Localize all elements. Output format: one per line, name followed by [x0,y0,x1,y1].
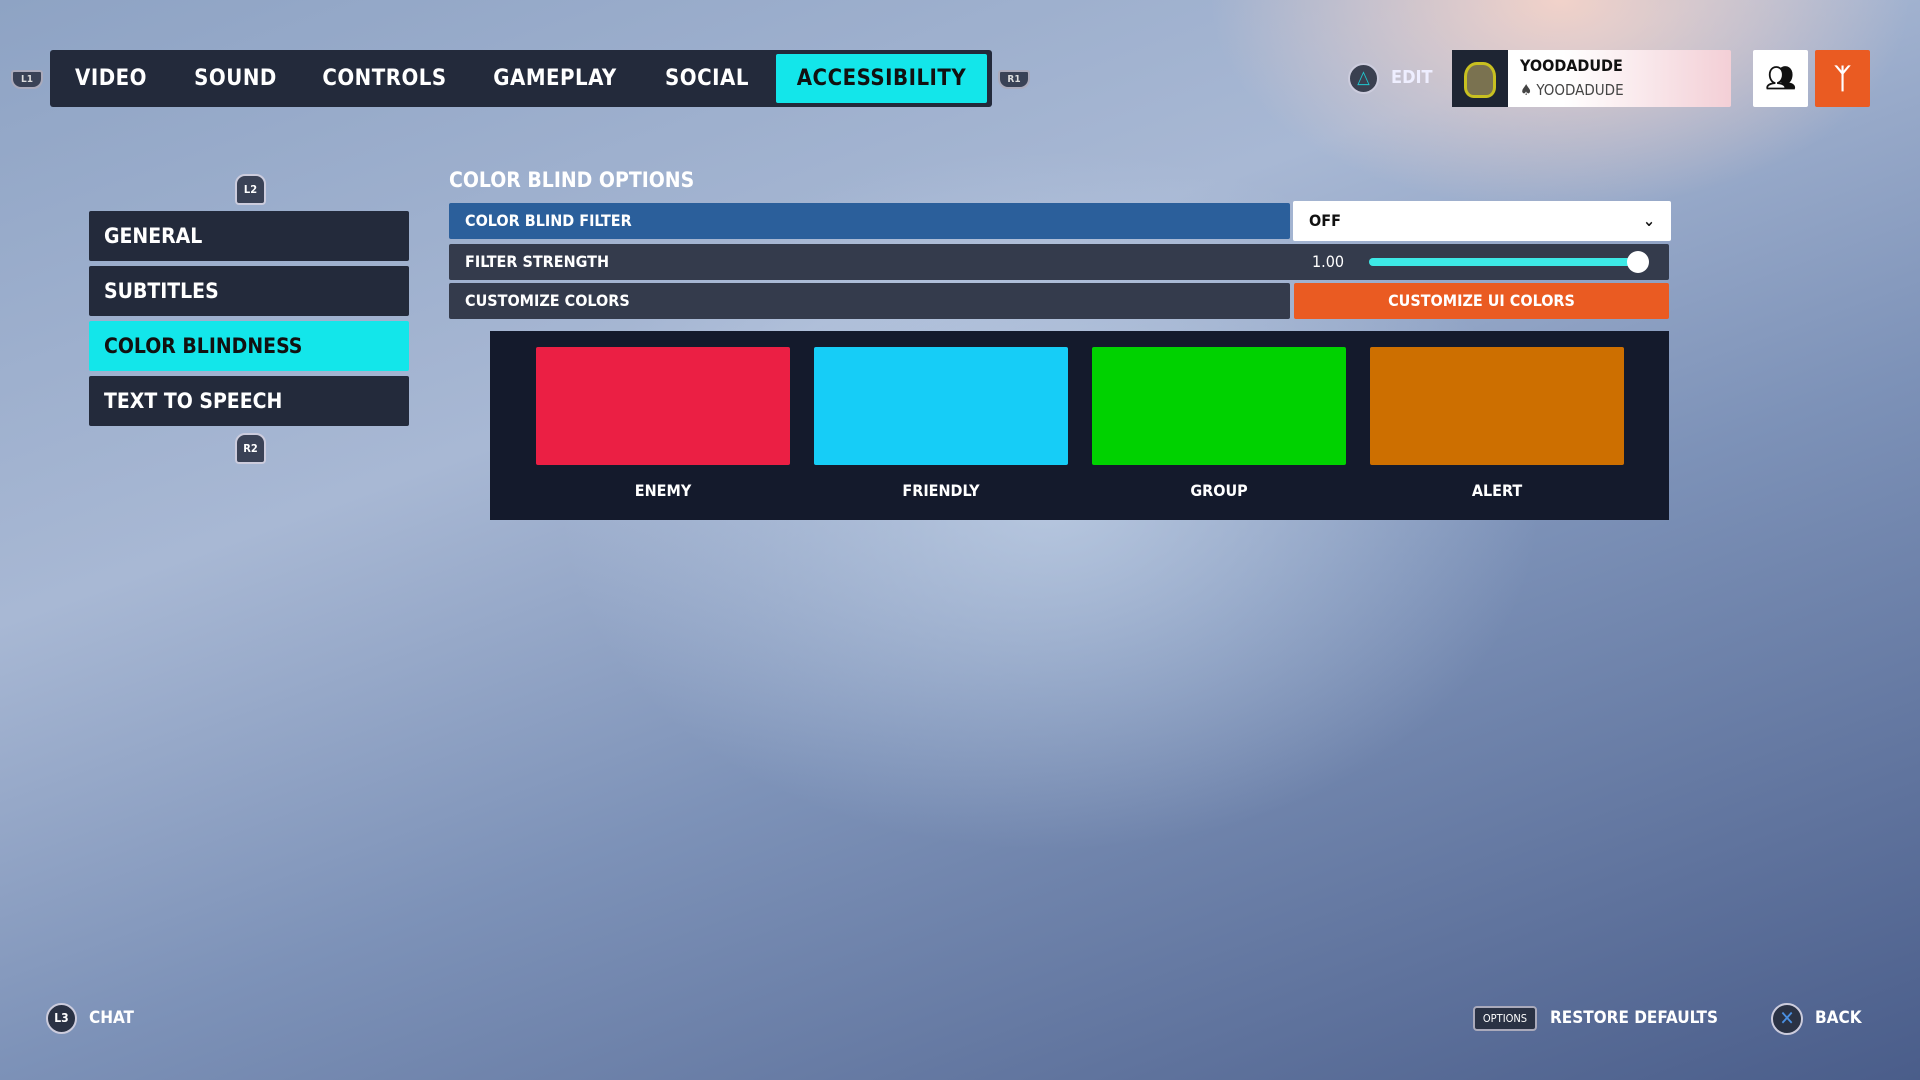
r2-trigger-icon[interactable]: R2 [235,433,266,464]
filter-strength-slider[interactable] [1369,251,1649,273]
l1-bumper-icon[interactable]: L1 [11,70,43,89]
avatar [1452,50,1508,107]
sidebar-item-subtitles[interactable]: SUBTITLES [89,266,409,316]
swatch-label-friendly: FRIENDLY [902,481,980,500]
swatch-group[interactable] [1092,347,1346,465]
swatch-friendly[interactable] [814,347,1068,465]
swatch-enemy[interactable] [536,347,790,465]
color-blind-filter-dropdown[interactable]: OFF ⌄ [1293,201,1671,241]
chat-button[interactable]: CHAT [89,1008,134,1028]
playstation-id: ♠ YOODADUDE [1520,81,1624,99]
swatch-label-alert: ALERT [1471,481,1523,500]
tab-social[interactable]: SOCIAL [658,54,756,103]
chevron-down-icon: ⌄ [1642,211,1655,230]
sidebar-item-text-to-speech[interactable]: TEXT TO SPEECH [89,376,409,426]
color-blind-filter-label[interactable]: COLOR BLIND FILTER [449,203,1290,239]
customize-colors-label: CUSTOMIZE COLORS [449,283,1290,319]
filter-strength-label: FILTER STRENGTH [465,252,610,271]
social-button[interactable]: 👥︎ [1753,50,1808,107]
triangle-icon: △ [1348,63,1379,94]
tab-video[interactable]: VIDEO [70,54,152,103]
group-icon: 👥︎ [1765,64,1796,92]
edit-button[interactable]: EDIT [1391,67,1433,88]
options-button-icon: OPTIONS [1473,1006,1537,1031]
r1-bumper-icon[interactable]: R1 [998,70,1030,89]
section-title: COLOR BLIND OPTIONS [449,168,695,192]
l3-button-icon: L3 [46,1003,77,1034]
back-button[interactable]: BACK [1815,1008,1862,1028]
medal-icon: ᛉ [1834,62,1851,95]
player-name: YOODADUDE [1520,56,1623,75]
swatch-label-enemy: ENEMY [634,481,692,500]
tab-controls[interactable]: CONTROLS [316,54,453,103]
tab-accessibility[interactable]: ACCESSIBILITY [776,54,987,103]
l2-trigger-icon[interactable]: L2 [235,174,266,205]
sidebar-item-color-blindness[interactable]: COLOR BLINDNESS [89,321,409,371]
tab-sound[interactable]: SOUND [183,54,288,103]
filter-strength-row: FILTER STRENGTH 1.00 [449,244,1669,280]
filter-strength-value: 1.00 [1312,252,1345,271]
dropdown-value: OFF [1309,211,1341,230]
rewards-button[interactable]: ᛉ [1815,50,1870,107]
player-card[interactable]: YOODADUDE ♠ YOODADUDE [1452,50,1731,107]
slider-handle[interactable] [1627,251,1649,273]
tab-gameplay[interactable]: GAMEPLAY [487,54,623,103]
sidebar-item-general[interactable]: GENERAL [89,211,409,261]
cross-button-icon: ✕ [1771,1003,1803,1035]
platform-name: YOODADUDE [1536,81,1624,99]
swatch-alert[interactable] [1370,347,1624,465]
customize-ui-colors-button[interactable]: CUSTOMIZE UI COLORS [1294,283,1669,319]
settings-tab-bar: VIDEO SOUND CONTROLS GAMEPLAY SOCIAL ACC… [50,50,992,107]
slider-fill [1369,258,1648,266]
color-swatch-panel: ENEMY FRIENDLY GROUP ALERT [490,331,1669,520]
swatch-label-group: GROUP [1190,481,1248,500]
restore-defaults-button[interactable]: RESTORE DEFAULTS [1550,1008,1718,1028]
playstation-icon: ♠ [1520,81,1537,99]
